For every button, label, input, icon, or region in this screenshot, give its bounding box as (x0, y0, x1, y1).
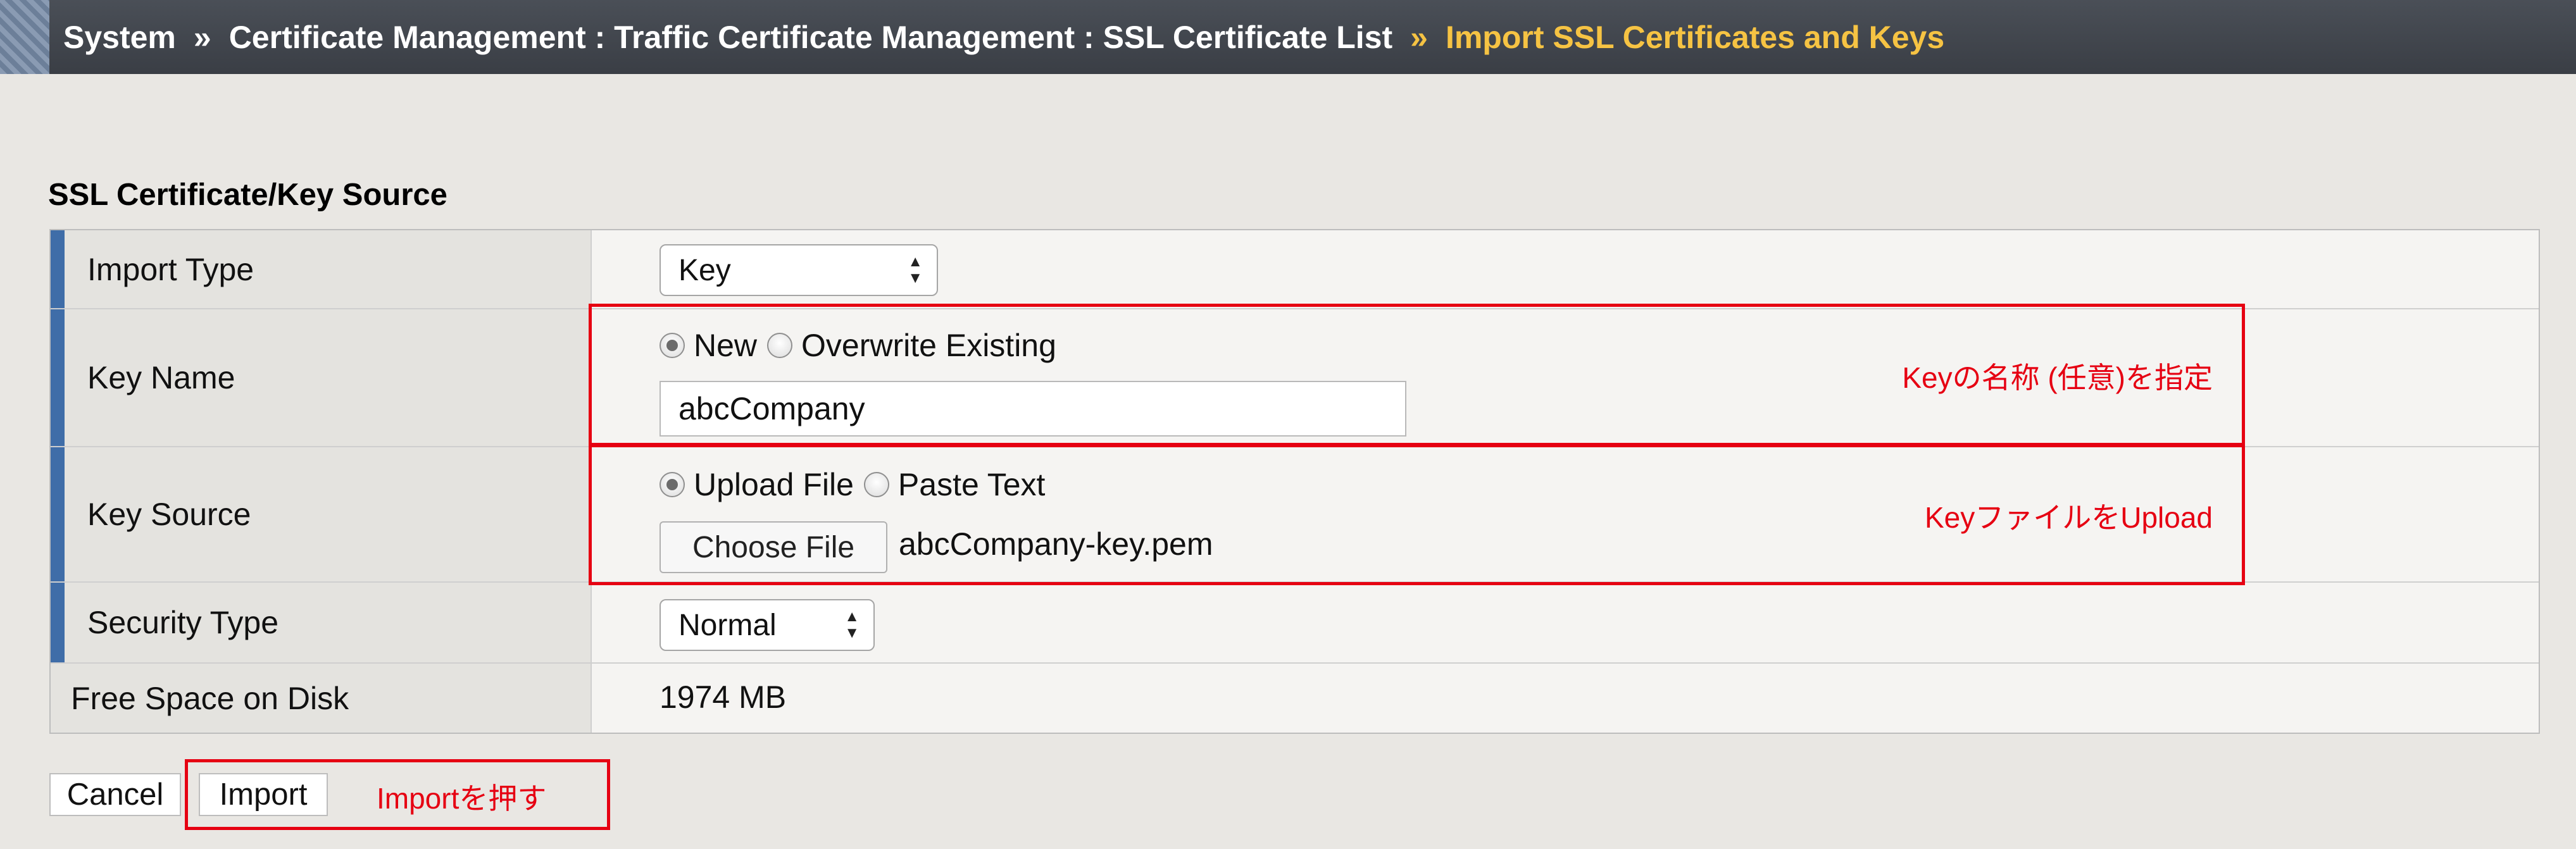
breadcrumb-item-ssl-certificate-list[interactable]: Certificate Management : Traffic Certifi… (229, 19, 1392, 56)
section-title: SSL Certificate/Key Source (48, 178, 447, 212)
security-type-selected: Normal (678, 608, 777, 642)
annotation-key-source-note: KeyファイルをUpload (1924, 501, 2213, 534)
security-type-select[interactable]: Normal ▲ ▼ (660, 599, 875, 651)
key-source-label: Key Source (51, 447, 592, 581)
import-type-selected: Key (678, 253, 731, 287)
import-type-label: Import Type (51, 230, 592, 308)
key-name-label: Key Name (51, 309, 592, 446)
header-stripe (0, 0, 49, 74)
row-import-type: Import Type Key ▲ ▼ (51, 230, 2539, 309)
breadcrumb-item-system[interactable]: System (63, 19, 176, 56)
annotation-key-name-note: Keyの名称 (任意)を指定 (1902, 361, 2213, 394)
annotation-import-note: Importを押す (377, 782, 547, 815)
row-security-type: Security Type Normal ▲ ▼ (51, 583, 2539, 664)
cancel-button[interactable]: Cancel (49, 773, 181, 816)
header-bar: System » Certificate Management : Traffi… (0, 0, 2576, 74)
breadcrumb-current: Import SSL Certificates and Keys (1445, 19, 1945, 55)
import-type-select[interactable]: Key ▲ ▼ (660, 244, 938, 296)
breadcrumb: System » Certificate Management : Traffi… (63, 0, 1944, 74)
breadcrumb-separator: » (1410, 19, 1428, 55)
select-arrows-icon: ▲ ▼ (844, 608, 860, 641)
row-free-space: Free Space on Disk 1974 MB (51, 664, 2539, 733)
breadcrumb-separator: » (193, 19, 211, 55)
select-arrows-icon: ▲ ▼ (908, 253, 923, 287)
free-space-value: 1974 MB (660, 679, 787, 715)
free-space-label: Free Space on Disk (51, 664, 592, 733)
security-type-label: Security Type (51, 583, 592, 662)
